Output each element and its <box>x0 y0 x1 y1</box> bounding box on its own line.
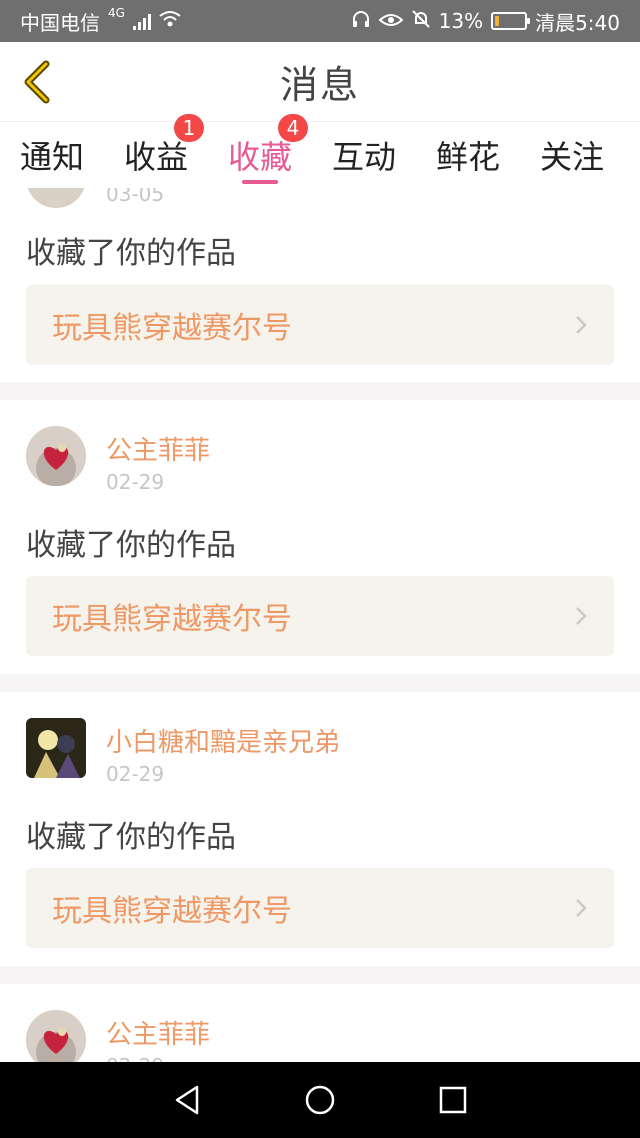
network-label: 4G <box>108 6 125 20</box>
message-date: 02-29 <box>106 470 165 494</box>
message-action: 收藏了你的作品 <box>26 528 236 563</box>
unread-badge: 4 <box>278 114 308 142</box>
work-link[interactable]: 玩具熊穿越赛尔号 <box>26 576 614 656</box>
favorites-feed[interactable]: 03-05 收藏了你的作品 玩具熊穿越赛尔号 公主菲菲 02-29 收藏了你的作… <box>0 188 640 1062</box>
message-action: 收藏了你的作品 <box>26 236 236 271</box>
home-circle-icon <box>305 1085 335 1115</box>
work-link[interactable]: 玩具熊穿越赛尔号 <box>26 285 614 365</box>
nav-recents-button[interactable] <box>423 1070 483 1130</box>
back-button[interactable] <box>16 58 56 106</box>
avatar[interactable] <box>26 718 86 778</box>
tab-label: 互动 <box>331 138 396 176</box>
chevron-right-icon <box>576 316 587 334</box>
page-title: 消息 <box>279 63 360 107</box>
chevron-left-icon <box>24 60 50 104</box>
unread-badge: 1 <box>174 114 204 142</box>
tab-flowers[interactable]: 鲜花 <box>416 122 520 188</box>
nav-back-button[interactable] <box>157 1070 217 1130</box>
message-card: 03-05 收藏了你的作品 玩具熊穿越赛尔号 <box>0 188 640 382</box>
nav-home-button[interactable] <box>290 1070 350 1130</box>
work-title: 玩具熊穿越赛尔号 <box>52 602 292 637</box>
message-card: 小白糖和黯是亲兄弟 02-29 收藏了你的作品 玩具熊穿越赛尔号 <box>0 692 640 966</box>
username[interactable]: 小白糖和黯是亲兄弟 <box>106 722 340 759</box>
work-title: 玩具熊穿越赛尔号 <box>52 311 292 346</box>
chevron-right-icon <box>576 607 587 625</box>
eye-icon <box>378 9 404 33</box>
status-right: 13% 清晨5:40 <box>351 7 620 36</box>
signal-icon <box>132 12 151 30</box>
recents-square-icon <box>440 1086 467 1114</box>
tab-favorites[interactable]: 收藏 4 <box>208 114 312 188</box>
tab-label: 通知 <box>19 138 84 176</box>
avatar[interactable] <box>26 1010 86 1062</box>
wifi-icon <box>159 9 181 33</box>
tab-interaction[interactable]: 互动 <box>312 122 416 188</box>
status-bar: 中国电信 4G 13% 清晨5:40 <box>0 0 640 42</box>
battery-percent: 13% <box>438 9 484 33</box>
app-header: 消息 <box>0 42 640 122</box>
avatar[interactable] <box>26 188 86 208</box>
username[interactable]: 公主菲菲 <box>106 430 210 467</box>
tab-bar: 通知 收益 1 收藏 4 互动 鲜花 关注 <box>0 114 640 188</box>
avatar[interactable] <box>26 426 86 486</box>
battery-icon <box>491 12 531 30</box>
tab-following[interactable]: 关注 <box>520 122 624 188</box>
username[interactable]: 公主菲菲 <box>106 1014 210 1051</box>
tab-label: 鲜花 <box>435 138 500 176</box>
tab-label: 关注 <box>539 138 604 176</box>
system-nav-bar <box>0 1062 640 1138</box>
message-date: 03-05 <box>106 188 165 206</box>
clock: 清晨5:40 <box>535 10 620 35</box>
message-card: 公主菲菲 02-29 收藏了你的作品 玩具熊穿越赛尔号 <box>0 400 640 674</box>
message-card: 公主菲菲 02-29 <box>0 984 640 1062</box>
status-left: 中国电信 4G <box>20 6 181 36</box>
tab-earnings[interactable]: 收益 1 <box>104 114 208 188</box>
back-triangle-icon <box>175 1085 198 1115</box>
headphones-icon <box>351 9 371 33</box>
tab-notice[interactable]: 通知 <box>0 122 104 188</box>
message-date: 02-29 <box>106 762 165 786</box>
work-link[interactable]: 玩具熊穿越赛尔号 <box>26 868 614 948</box>
message-date: 02-29 <box>106 1054 164 1062</box>
mute-bell-icon <box>411 9 431 34</box>
active-tab-indicator <box>242 180 278 184</box>
message-action: 收藏了你的作品 <box>26 820 236 855</box>
chevron-right-icon <box>576 899 587 917</box>
carrier-label: 中国电信 <box>20 10 100 35</box>
work-title: 玩具熊穿越赛尔号 <box>52 894 292 929</box>
